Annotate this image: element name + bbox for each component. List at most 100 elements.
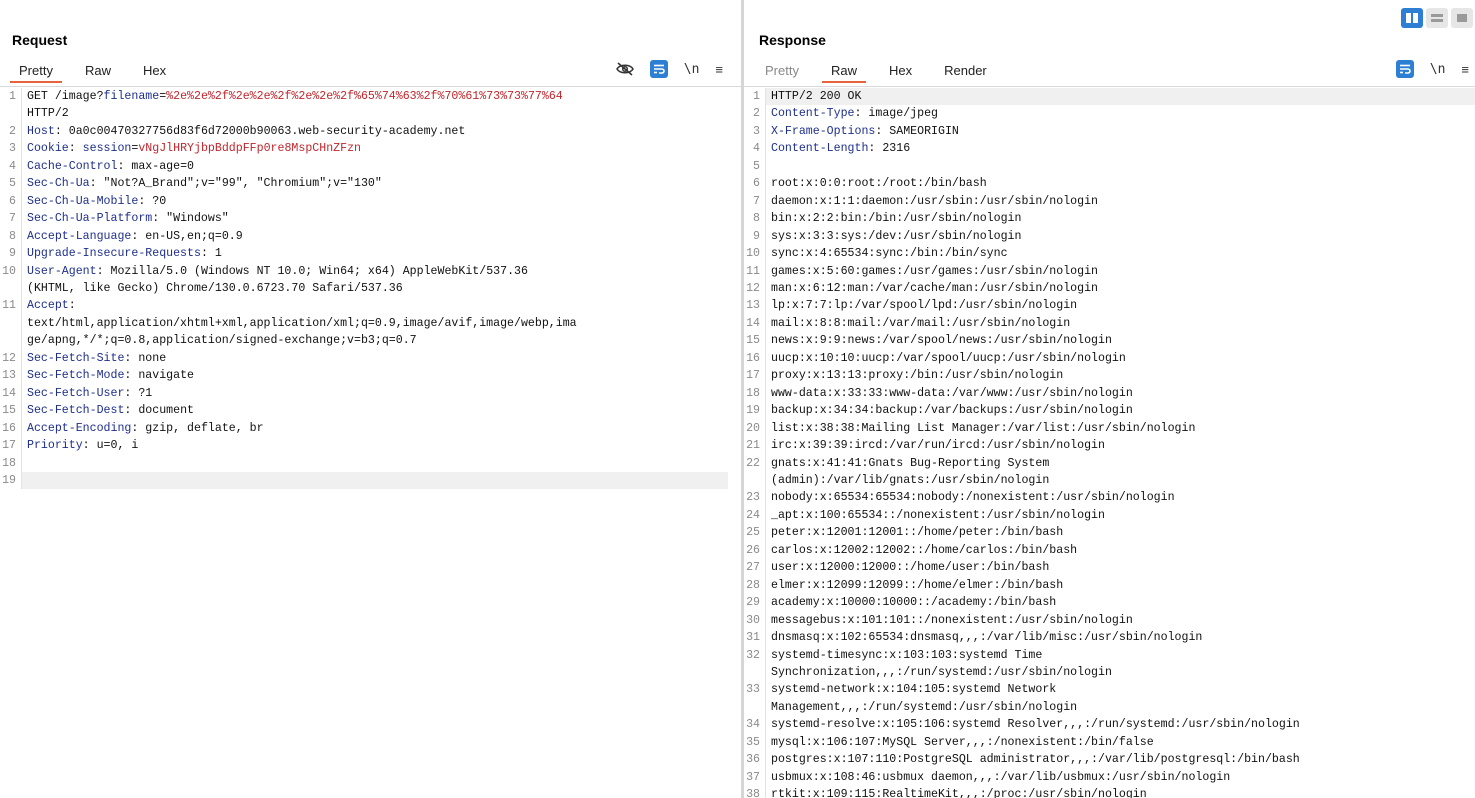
newline-toggle[interactable]: \n: [684, 59, 700, 79]
line-text: irc:x:39:39:ircd:/var/run/ircd:/usr/sbin…: [771, 439, 1105, 453]
code-line: 3 Cookie: session=vNgJlHRYjbpBddpFFp0re8M…: [0, 140, 741, 158]
line-content: [22, 471, 728, 490]
line-number: 35: [744, 733, 766, 752]
code-line: 35 mysql:x:106:107:MySQL Server,,,:/nonex…: [744, 733, 1475, 752]
code-line: 31 dnsmasq:x:102:65534:dnsmasq,,,:/var/li…: [744, 629, 1475, 647]
code-line: 11 games:x:5:60:games:/usr/games:/usr/sbi…: [744, 262, 1475, 280]
newline-toggle[interactable]: \n: [1430, 59, 1446, 79]
code-line: 5: [744, 157, 1475, 176]
line-number: 5: [744, 157, 766, 176]
menu-icon[interactable]: ≡: [1461, 59, 1469, 79]
line-text: : 0a0c00470327756d83f6d72000b90063.web-s…: [54, 124, 466, 138]
line-content: systemd-resolve:x:105:106:systemd Resolv…: [766, 716, 1475, 733]
line-text: postgres:x:107:110:PostgreSQL administra…: [771, 753, 1300, 767]
line-number: 16: [0, 419, 22, 438]
line-number: 8: [744, 210, 766, 228]
line-content: Synchronization,,,:/run/systemd:/usr/sbi…: [766, 664, 1475, 681]
line-number: [744, 471, 766, 490]
line-content: www-data:x:33:33:www-data:/var/www:/usr/…: [766, 385, 1475, 402]
line-text: : SAMEORIGIN: [875, 124, 959, 138]
menu-icon[interactable]: ≡: [715, 59, 723, 79]
line-number: 11: [0, 297, 22, 315]
line-number: 27: [744, 559, 766, 577]
code-line: 37 usbmux:x:108:46:usbmux daemon,,,:/var/…: [744, 768, 1475, 787]
line-number: 17: [744, 367, 766, 385]
response-editor-border: [744, 86, 1475, 87]
code-line: 1 GET /image?filename=%2e%2e%2f%2e%2e%2f%…: [0, 88, 741, 106]
word-wrap-icon[interactable]: [649, 60, 668, 78]
line-number: 25: [744, 524, 766, 542]
code-line: 22 gnats:x:41:41:Gnats Bug-Reporting Syst…: [744, 454, 1475, 472]
header-name: Sec-Ch-Ua: [27, 177, 90, 191]
line-content: Sec-Ch-Ua: "Not?A_Brand";v="99", "Chromi…: [22, 175, 741, 192]
code-line: ge/apng,*/*;q=0.8,application/signed-exc…: [0, 332, 741, 350]
line-content: root:x:0:0:root:/root:/bin/bash: [766, 175, 1475, 192]
code-line: 29 academy:x:10000:10000::/academy:/bin/b…: [744, 594, 1475, 612]
tab-pretty[interactable]: Pretty: [10, 60, 62, 83]
line-content: carlos:x:12002:12002::/home/carlos:/bin/…: [766, 542, 1475, 559]
line-text: usbmux:x:108:46:usbmux daemon,,,:/var/li…: [771, 770, 1231, 784]
tab-pretty[interactable]: Pretty: [756, 60, 808, 83]
code-line: 32 systemd-timesync:x:103:103:systemd Tim…: [744, 646, 1475, 664]
tab-render[interactable]: Render: [935, 60, 996, 83]
line-number: 9: [744, 227, 766, 246]
hide-eye-icon[interactable]: [615, 59, 634, 79]
line-text: peter:x:12001:12001::/home/peter:/bin/ba…: [771, 526, 1064, 540]
line-text: mysql:x:106:107:MySQL Server,,,:/nonexis…: [771, 735, 1154, 749]
code-line: 34 systemd-resolve:x:105:106:systemd Reso…: [744, 716, 1475, 734]
response-editor[interactable]: 1 HTTP/2 200 OK 2 Content-Type: image/jpeg 3…: [744, 88, 1475, 798]
line-number: 6: [0, 192, 22, 211]
line-number: [0, 279, 22, 298]
line-content: rtkit:x:109:115:RealtimeKit,,,:/proc:/us…: [766, 786, 1475, 798]
tab-hex[interactable]: Hex: [880, 60, 921, 83]
line-number: 19: [744, 402, 766, 420]
line-text: : ?0: [138, 194, 167, 208]
code-line: HTTP/2: [0, 105, 741, 123]
line-content: postgres:x:107:110:PostgreSQL administra…: [766, 751, 1475, 768]
line-number: 4: [744, 140, 766, 158]
line-text: news:x:9:9:news:/var/spool/news:/usr/sbi…: [771, 334, 1112, 348]
line-content: elmer:x:12099:12099::/home/elmer:/bin/ba…: [766, 577, 1475, 594]
line-content: Content-Type: image/jpeg: [766, 105, 1475, 122]
line-number: 19: [0, 471, 22, 490]
line-number: 11: [744, 262, 766, 280]
line-content: gnats:x:41:41:Gnats Bug-Reporting System: [766, 455, 1475, 472]
line-text: root:x:0:0:root:/root:/bin/bash: [771, 177, 987, 191]
word-wrap-icon[interactable]: [1395, 60, 1414, 78]
line-text: Management,,,:/run/systemd:/usr/sbin/nol…: [771, 700, 1078, 714]
line-text: : "Windows": [152, 212, 229, 226]
code-line: 38 rtkit:x:109:115:RealtimeKit,,,:/proc:/…: [744, 786, 1475, 798]
response-title: Response: [759, 32, 826, 48]
line-content: Sec-Ch-Ua-Mobile: ?0: [22, 193, 741, 210]
header-name: X-Frame-Options: [771, 124, 876, 138]
tab-raw[interactable]: Raw: [821, 60, 866, 83]
line-content: systemd-network:x:104:105:systemd Networ…: [766, 681, 1475, 698]
line-text: : max-age=0: [117, 159, 194, 173]
header-name: Sec-Fetch-Mode: [27, 369, 125, 383]
line-number: 28: [744, 576, 766, 595]
line-number: 18: [744, 384, 766, 403]
code-line: 1 HTTP/2 200 OK: [744, 88, 1475, 106]
code-line: 8 bin:x:2:2:bin:/bin:/usr/sbin/nologin: [744, 210, 1475, 228]
line-text: systemd-timesync:x:103:103:systemd Time: [771, 648, 1043, 662]
tab-raw[interactable]: Raw: [76, 60, 120, 83]
header-name: Upgrade-Insecure-Requests: [27, 247, 201, 261]
line-content: ge/apng,*/*;q=0.8,application/signed-exc…: [22, 332, 741, 349]
header-name: Accept-Encoding: [27, 421, 132, 435]
header-name: Cache-Control: [27, 159, 118, 173]
line-text: : u=0, i: [82, 439, 139, 453]
line-number: 37: [744, 768, 766, 787]
tab-hex[interactable]: Hex: [134, 60, 175, 83]
code-line: text/html,application/xhtml+xml,applicat…: [0, 314, 741, 333]
code-line: 2 Host: 0a0c00470327756d83f6d72000b90063.…: [0, 122, 741, 141]
code-line: 36 postgres:x:107:110:PostgreSQL administ…: [744, 751, 1475, 769]
line-content: dnsmasq:x:102:65534:dnsmasq,,,:/var/lib/…: [766, 629, 1475, 646]
code-line: 11 Accept:: [0, 297, 741, 315]
line-content: HTTP/2 200 OK: [766, 88, 1475, 106]
line-text: messagebus:x:101:101::/nonexistent:/usr/…: [771, 613, 1133, 627]
header-name: Host: [27, 124, 55, 138]
code-line: 3 X-Frame-Options: SAMEORIGIN: [744, 122, 1475, 141]
line-text: (admin):/var/lib/gnats:/usr/sbin/nologin: [771, 473, 1050, 487]
request-editor[interactable]: 1 GET /image?filename=%2e%2e%2f%2e%2e%2f%…: [0, 88, 741, 798]
header-name: Priority: [27, 439, 83, 453]
